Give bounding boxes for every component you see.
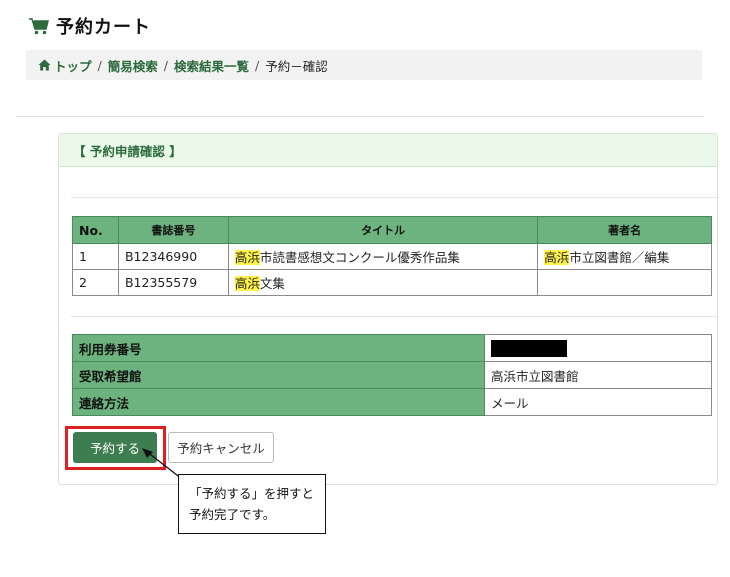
row-title: 高浜文集 [227, 269, 539, 296]
breadcrumb-results-link[interactable]: 検索結果一覧 [174, 56, 249, 75]
pickup-library-label: 受取希望館 [72, 361, 485, 389]
breadcrumb-separator: / [254, 57, 260, 73]
row-no: 2 [72, 269, 119, 296]
breadcrumb-separator: / [163, 57, 168, 73]
column-header-title: タイトル [227, 216, 539, 244]
contact-method-value: メール [484, 388, 712, 416]
row-author: 高浜市立図書館／編集 [537, 243, 712, 270]
row-no: 1 [72, 243, 119, 270]
instruction-callout: 「予約する」を押すと 予約完了です。 [178, 474, 326, 534]
home-icon [38, 59, 51, 71]
contact-method-label: 連絡方法 [72, 388, 485, 416]
row-title: 高浜市読書感想文コンクール優秀作品集 [227, 243, 539, 270]
card-number-value [484, 334, 712, 362]
divider [16, 116, 704, 117]
page-title-text: 予約カート [56, 17, 151, 38]
search-term-highlight: 高浜 [234, 276, 260, 291]
page-title: 予約カート [28, 14, 151, 38]
card-number-label: 利用券番号 [72, 334, 485, 362]
info-row-contact: 連絡方法 メール [72, 388, 712, 416]
breadcrumb: トップ / 簡易検索 / 検索結果一覧 / 予約－確認 [26, 50, 702, 80]
divider [71, 316, 719, 317]
info-row-card-number: 利用券番号 [72, 334, 712, 362]
table-row: 1 B12346990 高浜市読書感想文コンクール優秀作品集 高浜市立図書館／編… [72, 243, 712, 270]
breadcrumb-top-link[interactable]: トップ [54, 56, 92, 75]
title-text: 文集 [259, 276, 285, 291]
pickup-library-value: 高浜市立図書館 [484, 361, 712, 389]
row-biblio-id: B12346990 [117, 243, 229, 270]
breadcrumb-separator: / [97, 57, 102, 73]
breadcrumb-simple-search-link[interactable]: 簡易検索 [108, 56, 158, 75]
reservation-info-table: 利用券番号 受取希望館 高浜市立図書館 連絡方法 メール [72, 334, 712, 416]
title-text: 市読書感想文コンクール優秀作品集 [259, 250, 460, 265]
panel-title: 【 予約申請確認 】 [59, 134, 717, 167]
table-header-row: No. 書誌番号 タイトル 著者名 [72, 216, 712, 244]
reservation-items-table: No. 書誌番号 タイトル 著者名 1 B12346990 高浜市読書感想文コン… [72, 216, 712, 296]
author-text: 市立図書館／編集 [569, 250, 670, 265]
callout-line-1: 「予約する」を押すと [189, 486, 315, 501]
divider [71, 197, 719, 198]
row-biblio-id: B12355579 [117, 269, 229, 296]
callout-line-2: 予約完了です。 [189, 507, 276, 522]
table-row: 2 B12355579 高浜文集 [72, 269, 712, 296]
column-header-author: 著者名 [537, 216, 712, 244]
row-author [537, 269, 712, 296]
search-term-highlight: 高浜 [234, 250, 260, 265]
redacted-card-number [491, 339, 567, 357]
cart-icon [29, 18, 49, 35]
column-header-no: No. [72, 216, 119, 244]
search-term-highlight: 高浜 [544, 250, 570, 265]
column-header-biblio-id: 書誌番号 [117, 216, 229, 244]
breadcrumb-current: 予約－確認 [265, 58, 328, 74]
info-row-pickup: 受取希望館 高浜市立図書館 [72, 361, 712, 389]
